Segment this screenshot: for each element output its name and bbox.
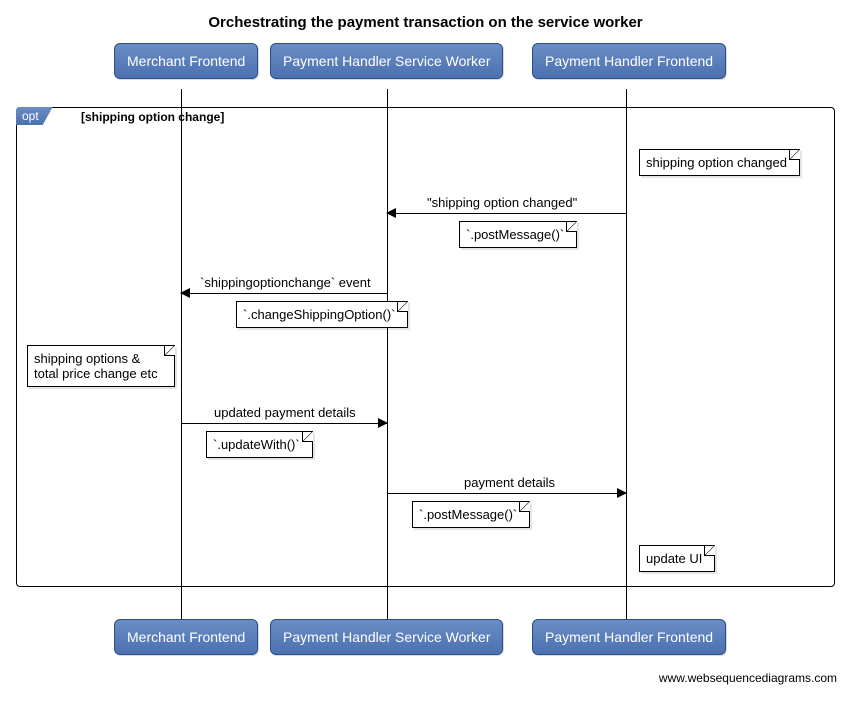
participant-merchant: Merchant Frontend [114, 43, 258, 79]
note-price-change-line1: shipping options & [34, 351, 140, 366]
message-label-m2: `shippingoptionchange` event [200, 275, 371, 290]
note-price-change-line2: total price change etc [34, 366, 158, 381]
message-label-m4: payment details [464, 475, 555, 490]
note-change-shipping-option: `.changeShippingOption()` [236, 301, 408, 328]
opt-label: opt [16, 107, 53, 125]
note-postmessage-1: `.postMessage()` [459, 221, 577, 248]
diagram-title: Orchestrating the payment transaction on… [14, 14, 837, 31]
arrow-m1 [387, 213, 626, 214]
participants-top: Merchant Frontend Payment Handler Servic… [14, 43, 837, 89]
participants-bottom: Merchant Frontend Payment Handler Servic… [14, 619, 837, 665]
note-updatewith: `.updateWith()` [206, 431, 313, 458]
note-postmessage-2: `.postMessage()` [412, 501, 530, 528]
participant-worker: Payment Handler Service Worker [270, 43, 503, 79]
arrow-m2 [181, 293, 387, 294]
arrow-m4 [387, 493, 626, 494]
note-shipping-option-changed: shipping option changed [639, 149, 800, 176]
arrow-m3 [181, 423, 387, 424]
note-update-ui: update UI [639, 545, 715, 572]
participant-merchant-bottom: Merchant Frontend [114, 619, 258, 655]
participant-worker-bottom: Payment Handler Service Worker [270, 619, 503, 655]
sequence-stage: opt [shipping option change] shipping op… [14, 89, 837, 619]
participant-frontend: Payment Handler Frontend [532, 43, 726, 79]
watermark: www.websequencediagrams.com [14, 671, 837, 685]
note-price-change: shipping options & total price change et… [27, 345, 175, 387]
message-label-m3: updated payment details [214, 405, 356, 420]
opt-guard: [shipping option change] [81, 110, 224, 124]
message-label-m1: "shipping option changed" [427, 195, 577, 210]
participant-frontend-bottom: Payment Handler Frontend [532, 619, 726, 655]
